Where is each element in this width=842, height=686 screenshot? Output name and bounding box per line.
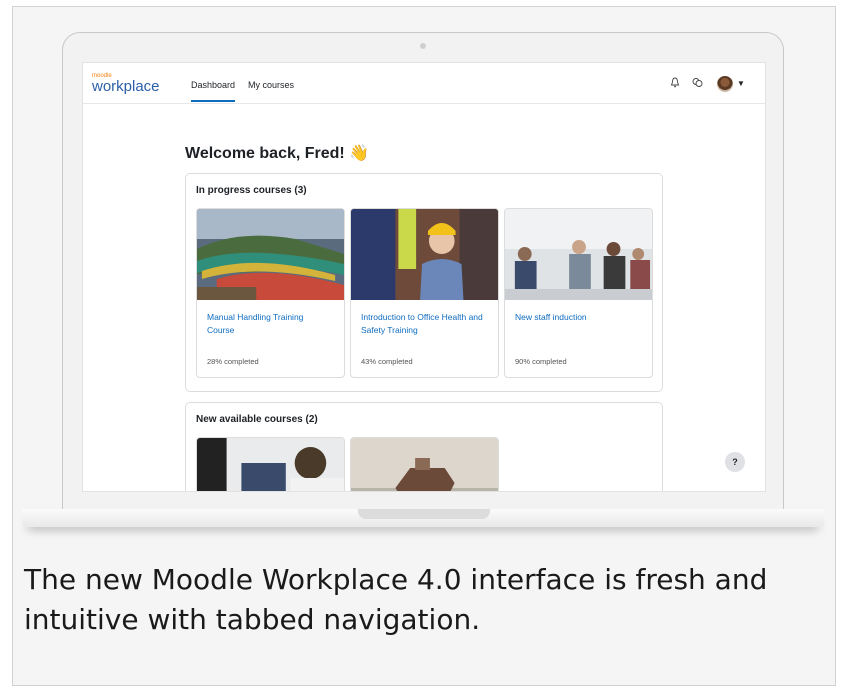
top-navbar: moodle workplace Dashboard My courses ▼ <box>83 63 765 104</box>
camera-dot <box>420 43 426 49</box>
caret-down-icon[interactable]: ▼ <box>737 79 745 88</box>
help-button[interactable]: ? <box>725 452 745 472</box>
chat-icon[interactable] <box>692 77 703 91</box>
course-name[interactable]: New staff induction <box>515 311 640 324</box>
laptop-notch <box>358 509 490 519</box>
course-progress: 90% completed <box>515 357 567 366</box>
bell-icon[interactable] <box>670 77 680 91</box>
course-card[interactable] <box>350 437 499 491</box>
course-progress: 28% completed <box>207 357 259 366</box>
course-image-shipwreck <box>351 438 498 491</box>
new-available-courses-card: New available courses (2) <box>185 402 663 491</box>
tab-my-courses[interactable]: My courses <box>248 80 294 90</box>
course-image-laptop-user <box>197 438 344 491</box>
course-progress: 43% completed <box>361 357 413 366</box>
welcome-heading: Welcome back, Fred! 👋 <box>185 145 370 162</box>
course-card[interactable]: Introduction to Office Health and Safety… <box>350 208 499 378</box>
course-card[interactable] <box>196 437 345 491</box>
course-image-office-health <box>351 209 498 300</box>
app-screen: moodle workplace Dashboard My courses ▼ … <box>82 62 766 492</box>
course-card[interactable]: New staff induction 90% completed <box>504 208 653 378</box>
new-available-title: New available courses (2) <box>196 414 318 425</box>
course-image-staff-induction <box>505 209 652 300</box>
figure-caption: The new Moodle Workplace 4.0 interface i… <box>24 563 768 636</box>
course-name[interactable]: Manual Handling Training Course <box>207 311 332 337</box>
course-image-manual-handling <box>197 209 344 300</box>
in-progress-title: In progress courses (3) <box>196 185 307 196</box>
course-card[interactable]: Manual Handling Training Course 28% comp… <box>196 208 345 378</box>
course-name[interactable]: Introduction to Office Health and Safety… <box>361 311 486 337</box>
in-progress-courses-card: In progress courses (3) Manual Handling … <box>185 173 663 392</box>
moodle-workplace-logo[interactable]: moodle workplace <box>92 73 160 95</box>
tab-dashboard[interactable]: Dashboard <box>191 80 236 102</box>
user-avatar[interactable] <box>717 76 733 92</box>
logo-workplace-text: workplace <box>92 78 160 95</box>
